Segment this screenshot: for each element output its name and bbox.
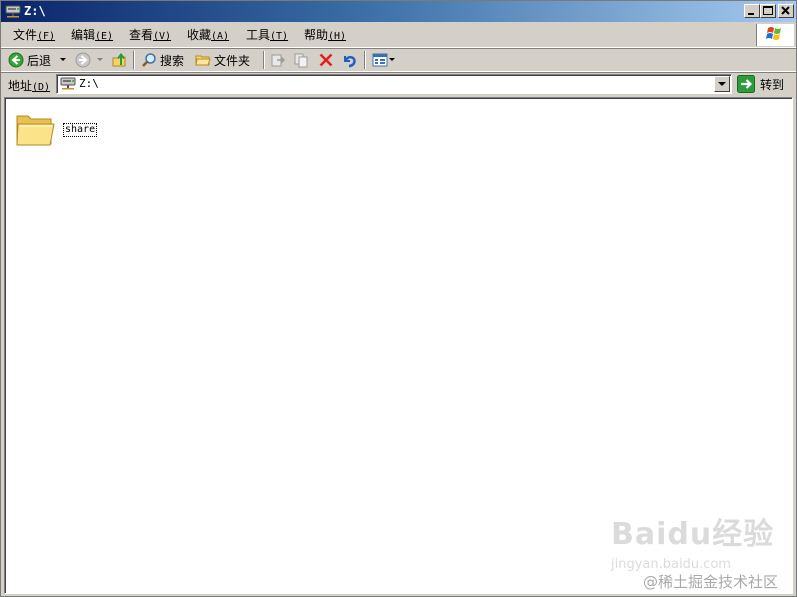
standard-toolbar: 后退 搜索 文件夹 bbox=[1, 49, 796, 72]
chevron-down-icon bbox=[97, 58, 103, 61]
menu-view[interactable]: 查看(V) bbox=[129, 28, 171, 44]
menu-tools-label: 工具 bbox=[246, 28, 271, 42]
menu-favorites[interactable]: 收藏(A) bbox=[187, 28, 229, 44]
forward-arrow-icon bbox=[75, 52, 91, 68]
minimize-icon bbox=[748, 13, 754, 15]
magnifier-icon bbox=[142, 53, 156, 67]
copy-to-icon bbox=[294, 53, 308, 68]
forward-dropdown[interactable] bbox=[96, 49, 104, 71]
address-label-text: 地址 bbox=[8, 79, 33, 93]
network-drive-icon bbox=[5, 4, 21, 18]
folder-tree-icon bbox=[195, 55, 211, 66]
menu-bar: 文件(F) 编辑(E) 查看(V) 收藏(A) 工具(T) 帮助(H) bbox=[1, 23, 796, 48]
close-button[interactable] bbox=[778, 4, 794, 18]
title-bar[interactable]: Z:\ bbox=[1, 1, 796, 22]
undo-icon bbox=[344, 55, 356, 68]
menu-tools-accel: (T) bbox=[270, 31, 289, 42]
chevron-down-icon bbox=[389, 58, 395, 61]
address-value: Z:\ bbox=[79, 77, 99, 90]
folders-label: 文件夹 bbox=[214, 53, 251, 68]
menu-favorites-label: 收藏 bbox=[187, 28, 212, 42]
address-label: 地址(D) bbox=[8, 77, 50, 94]
file-name: share bbox=[63, 123, 98, 137]
back-dropdown[interactable] bbox=[59, 49, 67, 71]
menu-view-accel: (V) bbox=[153, 31, 172, 42]
menu-help-label: 帮助 bbox=[304, 28, 329, 42]
delete-button[interactable] bbox=[318, 49, 334, 71]
search-button[interactable]: 搜索 bbox=[141, 49, 184, 71]
go-arrow-icon bbox=[737, 75, 755, 93]
list-item[interactable]: share bbox=[15, 110, 115, 150]
move-to-icon bbox=[271, 54, 286, 67]
go-label: 转到 bbox=[760, 77, 785, 92]
menu-edit-accel: (E) bbox=[95, 31, 114, 42]
address-bar: 地址(D) Z:\ 转到 bbox=[1, 73, 796, 95]
go-button[interactable]: 转到 bbox=[737, 74, 784, 94]
address-dropdown-button[interactable] bbox=[714, 76, 730, 92]
folder-icon bbox=[15, 110, 55, 151]
back-button[interactable]: 后退 bbox=[8, 49, 51, 71]
views-button[interactable] bbox=[372, 49, 388, 71]
back-arrow-icon bbox=[8, 52, 24, 68]
folders-button[interactable]: 文件夹 bbox=[195, 49, 250, 71]
explorer-window: Z:\ 文件(F) 编辑(E) 查看(V) 收藏(A) 工具(T) 帮助(H) bbox=[0, 0, 797, 597]
views-grid-icon bbox=[372, 53, 388, 67]
move-to-button[interactable] bbox=[270, 49, 286, 71]
menu-file-label: 文件 bbox=[13, 28, 38, 42]
up-folder-icon bbox=[112, 52, 126, 67]
toolbar-separator bbox=[133, 51, 135, 69]
menu-tools[interactable]: 工具(T) bbox=[246, 28, 288, 44]
menu-edit[interactable]: 编辑(E) bbox=[71, 28, 113, 44]
network-drive-icon bbox=[60, 76, 76, 93]
menu-favorites-accel: (A) bbox=[211, 31, 230, 42]
copy-to-button[interactable] bbox=[293, 49, 309, 71]
chevron-down-icon bbox=[718, 81, 726, 86]
address-input[interactable]: Z:\ bbox=[56, 74, 732, 94]
maximize-button[interactable] bbox=[760, 4, 776, 18]
address-label-accel: (D) bbox=[32, 82, 51, 93]
window-title: Z:\ bbox=[24, 4, 46, 18]
toolbar-separator bbox=[364, 51, 366, 69]
undo-button[interactable] bbox=[341, 49, 357, 71]
menu-view-label: 查看 bbox=[129, 28, 154, 42]
delete-x-icon bbox=[319, 53, 333, 67]
menu-edit-label: 编辑 bbox=[71, 28, 96, 42]
close-icon bbox=[781, 6, 790, 15]
chevron-down-icon bbox=[60, 58, 66, 61]
search-label: 搜索 bbox=[160, 53, 185, 68]
menu-help[interactable]: 帮助(H) bbox=[304, 28, 346, 44]
minimize-button[interactable] bbox=[744, 4, 760, 18]
forward-button[interactable] bbox=[75, 49, 91, 71]
back-label: 后退 bbox=[27, 53, 52, 68]
menu-file[interactable]: 文件(F) bbox=[13, 28, 55, 44]
file-list-pane[interactable]: share bbox=[4, 97, 793, 594]
maximize-icon bbox=[763, 6, 773, 15]
windows-logo bbox=[756, 24, 794, 46]
toolbar-separator bbox=[263, 51, 265, 69]
up-button[interactable] bbox=[112, 49, 128, 71]
menu-file-accel: (F) bbox=[37, 31, 56, 42]
windows-flag-icon bbox=[766, 27, 781, 40]
views-dropdown[interactable] bbox=[388, 49, 396, 71]
menu-help-accel: (H) bbox=[328, 31, 347, 42]
